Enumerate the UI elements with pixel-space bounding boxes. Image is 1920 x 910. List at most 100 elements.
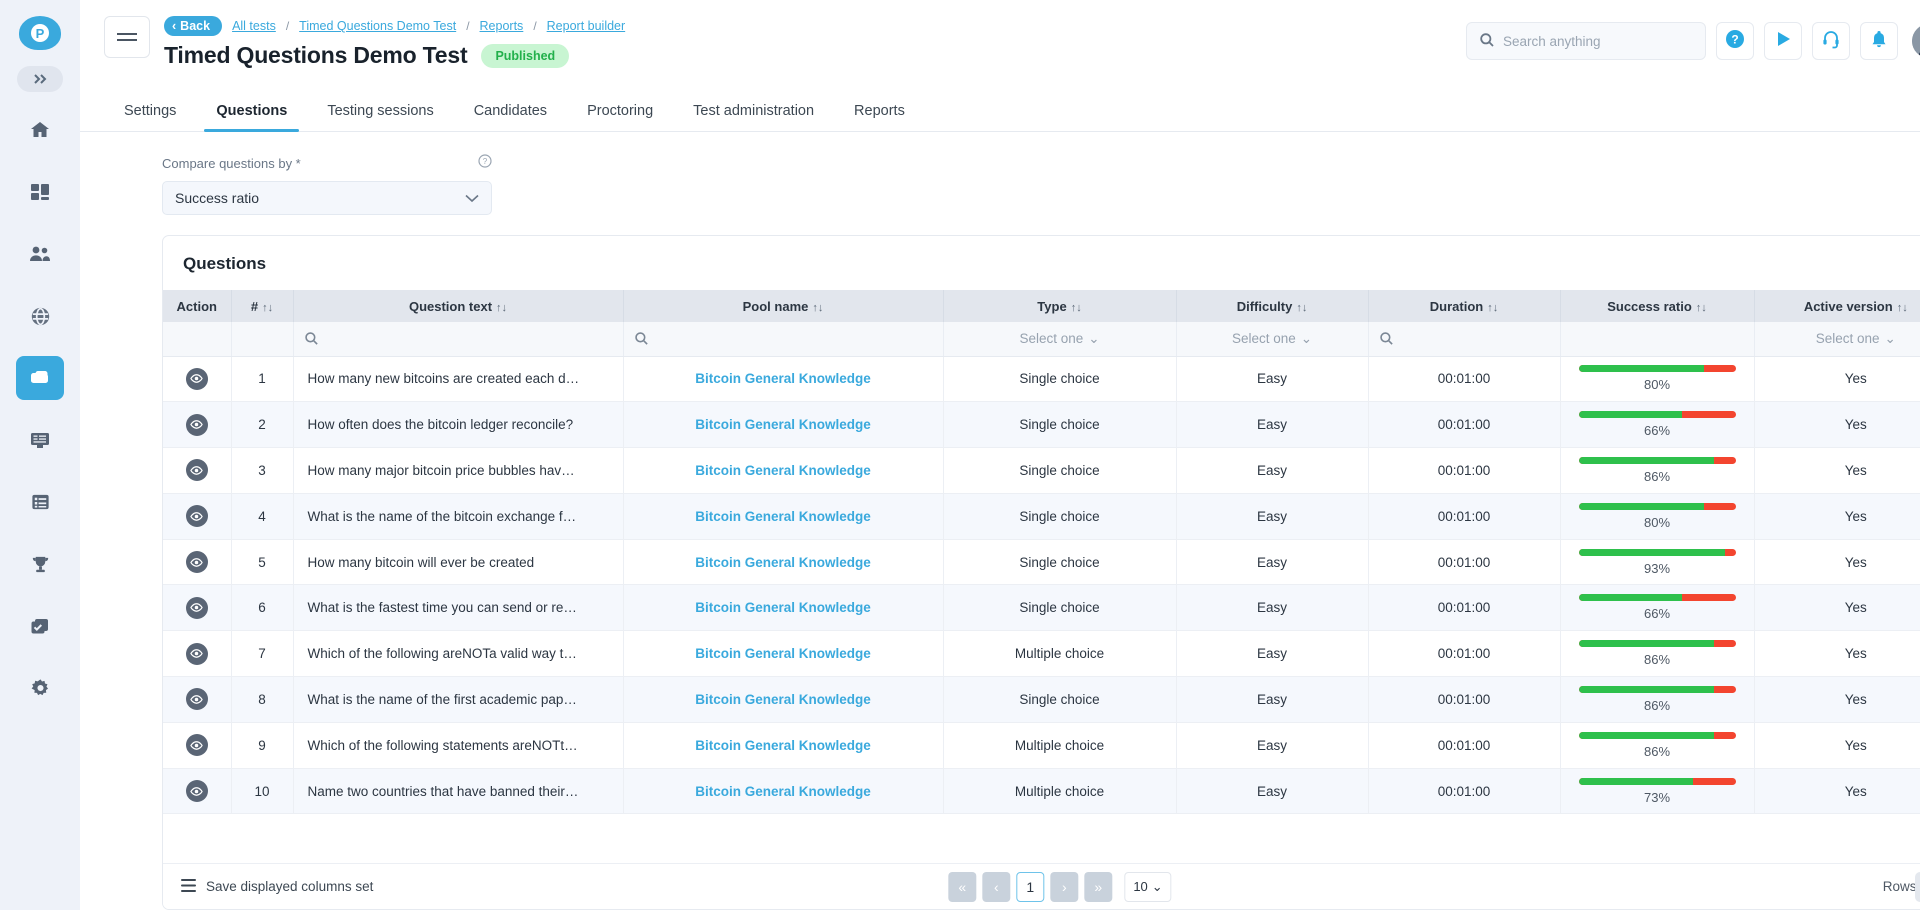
filter-duration[interactable] [1368, 322, 1561, 357]
column-header-success-ratio[interactable]: Success ratio ↑↓ [1560, 290, 1755, 322]
tab-test-administration[interactable]: Test administration [673, 90, 834, 131]
sort-arrows-icon[interactable]: ↑↓ [1071, 302, 1082, 314]
table-row[interactable]: 6 What is the fastest time you can send o… [163, 584, 1920, 632]
tab-questions[interactable]: Questions [196, 90, 307, 132]
cell-pool-name[interactable]: Bitcoin General Knowledge [623, 768, 944, 815]
sort-arrows-icon[interactable]: ↑↓ [1897, 302, 1908, 314]
scroll-to-top-button[interactable] [1915, 871, 1920, 902]
table-row[interactable]: 7 Which of the following areNOTa valid wa… [163, 630, 1920, 678]
breadcrumb-test[interactable]: Timed Questions Demo Test [299, 19, 456, 33]
column-header-pool-name[interactable]: Pool name ↑↓ [623, 290, 944, 322]
platform-logo[interactable]: P [19, 16, 61, 50]
help-button[interactable]: ? [1715, 22, 1754, 60]
sidebar-item-awards[interactable] [16, 542, 64, 586]
column-header-number[interactable]: # ↑↓ [231, 290, 294, 322]
sort-arrows-icon[interactable]: ↑↓ [1487, 302, 1498, 314]
table-row[interactable]: 1 How many new bitcoins are created each … [163, 356, 1920, 403]
pagination-next-button[interactable]: › [1050, 871, 1079, 902]
pool-name-link[interactable]: Bitcoin General Knowledge [695, 600, 871, 615]
breadcrumb-report-builder[interactable]: Report builder [547, 19, 626, 33]
tab-candidates[interactable]: Candidates [454, 90, 567, 131]
table-row[interactable]: 4 What is the name of the bitcoin exchang… [163, 493, 1920, 540]
sidebar-item-monitor[interactable] [16, 418, 64, 462]
tab-settings[interactable]: Settings [104, 90, 196, 131]
pagination-last-button[interactable]: » [1084, 871, 1113, 902]
play-button[interactable] [1763, 22, 1802, 60]
back-button[interactable]: ‹ Back [164, 16, 223, 36]
pool-name-link[interactable]: Bitcoin General Knowledge [695, 463, 871, 478]
column-header-duration[interactable]: Duration ↑↓ [1368, 290, 1561, 322]
sidebar-item-users[interactable] [16, 232, 64, 276]
preview-question-icon[interactable] [185, 596, 208, 619]
table-row[interactable]: 5 How many bitcoin will ever be created Bi… [163, 539, 1920, 586]
pool-name-link[interactable]: Bitcoin General Knowledge [695, 738, 871, 753]
save-columns-button[interactable]: Save displayed columns set [181, 878, 373, 895]
tab-testing-sessions[interactable]: Testing sessions [307, 90, 453, 131]
table-row[interactable]: 8 What is the name of the first academic … [163, 676, 1920, 723]
sidebar-item-settings[interactable] [16, 666, 64, 710]
tab-proctoring[interactable]: Proctoring [567, 90, 673, 131]
sort-arrows-icon[interactable]: ↑↓ [1696, 302, 1707, 314]
table-row[interactable]: 10 Name two countries that have banned th… [163, 768, 1920, 815]
pool-name-link[interactable]: Bitcoin General Knowledge [695, 555, 871, 570]
pool-name-link[interactable]: Bitcoin General Knowledge [695, 646, 871, 661]
preview-question-icon[interactable] [185, 734, 208, 757]
sidebar-item-home[interactable] [16, 108, 64, 152]
user-menu[interactable]: ▾ [1911, 24, 1920, 58]
sidebar-item-tasks[interactable] [16, 604, 64, 648]
sidebar-item-tests[interactable] [16, 356, 64, 400]
column-header-question-text[interactable]: Question text ↑↓ [293, 290, 624, 322]
pool-name-link[interactable]: Bitcoin General Knowledge [695, 509, 871, 524]
filter-question-text[interactable] [293, 322, 624, 357]
table-row[interactable]: 9 Which of the following statements areNO… [163, 722, 1920, 769]
filter-type[interactable]: Select one ⌄ [943, 322, 1177, 357]
expand-sidebar-button[interactable] [17, 66, 63, 92]
pagination-first-button[interactable]: « [948, 871, 977, 902]
preview-question-icon[interactable] [185, 688, 208, 711]
cell-pool-name[interactable]: Bitcoin General Knowledge [623, 584, 944, 632]
filter-pool-name[interactable] [623, 322, 944, 357]
preview-question-icon[interactable] [185, 505, 208, 528]
pool-name-link[interactable]: Bitcoin General Knowledge [695, 371, 871, 386]
cell-pool-name[interactable]: Bitcoin General Knowledge [623, 539, 944, 586]
sort-arrows-icon[interactable]: ↑↓ [262, 302, 273, 314]
cell-pool-name[interactable]: Bitcoin General Knowledge [623, 722, 944, 769]
pool-name-link[interactable]: Bitcoin General Knowledge [695, 692, 871, 707]
pagination-prev-button[interactable]: ‹ [982, 871, 1011, 902]
page-size-select[interactable]: 10 ⌄ [1124, 871, 1172, 902]
cell-pool-name[interactable]: Bitcoin General Knowledge [623, 676, 944, 723]
preview-question-icon[interactable] [185, 413, 208, 436]
sort-arrows-icon[interactable]: ↑↓ [812, 302, 823, 314]
sidebar-item-dashboard[interactable] [16, 170, 64, 214]
pool-name-link[interactable]: Bitcoin General Knowledge [695, 417, 871, 432]
column-header-active-version[interactable]: Active version ↑↓ [1754, 290, 1920, 322]
column-header-type[interactable]: Type ↑↓ [943, 290, 1177, 322]
cell-pool-name[interactable]: Bitcoin General Knowledge [623, 401, 944, 449]
sidebar-item-globe[interactable] [16, 294, 64, 338]
preview-question-icon[interactable] [185, 642, 208, 665]
pool-name-link[interactable]: Bitcoin General Knowledge [695, 784, 871, 799]
filter-active-version[interactable]: Select one ⌄ [1754, 322, 1920, 357]
column-header-difficulty[interactable]: Difficulty ↑↓ [1176, 290, 1369, 322]
sort-arrows-icon[interactable]: ↑↓ [496, 302, 507, 314]
pagination-page-1[interactable]: 1 [1016, 871, 1045, 902]
cell-pool-name[interactable]: Bitcoin General Knowledge [623, 447, 944, 494]
breadcrumb-all-tests[interactable]: All tests [232, 19, 276, 33]
help-circle-icon[interactable]: ? [478, 154, 492, 173]
menu-toggle-button[interactable] [104, 16, 150, 58]
breadcrumb-reports[interactable]: Reports [480, 19, 524, 33]
cell-pool-name[interactable]: Bitcoin General Knowledge [623, 356, 944, 403]
sidebar-item-lists[interactable] [16, 480, 64, 524]
preview-question-icon[interactable] [185, 367, 208, 390]
support-button[interactable] [1811, 22, 1850, 60]
cell-pool-name[interactable]: Bitcoin General Knowledge [623, 630, 944, 678]
preview-question-icon[interactable] [185, 459, 208, 482]
table-row[interactable]: 2 How often does the bitcoin ledger recon… [163, 401, 1920, 449]
notifications-button[interactable] [1859, 22, 1898, 60]
search-input[interactable]: Search anything [1465, 22, 1706, 60]
column-header-action[interactable]: Action [163, 290, 232, 322]
preview-question-icon[interactable] [185, 780, 208, 803]
cell-pool-name[interactable]: Bitcoin General Knowledge [623, 493, 944, 540]
filter-difficulty[interactable]: Select one ⌄ [1176, 322, 1369, 357]
tab-reports[interactable]: Reports [834, 90, 925, 131]
